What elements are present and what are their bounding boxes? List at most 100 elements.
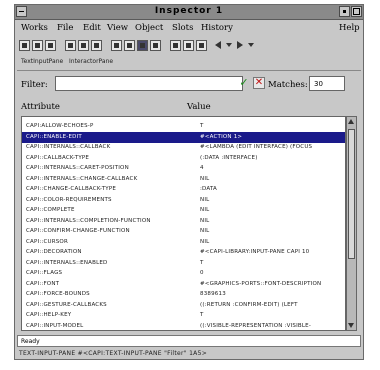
column-header-value[interactable]: Value: [187, 102, 211, 112]
slot-attribute: CAPI::DECORATION: [26, 249, 82, 255]
selection-info: TEXT-INPUT-PANE #<CAPI:TEXT-INPUT-PANE "…: [19, 350, 208, 357]
title-bar[interactable]: Inspector 1: [15, 5, 363, 20]
slot-row[interactable]: CAPI::INTERNALS::ENABLED T: [22, 258, 345, 269]
scroll-down-icon[interactable]: [348, 322, 355, 329]
slot-attribute: CAPI::CONFIRM-CHANGE-FUNCTION: [26, 228, 130, 234]
slot-attribute: CAPI::HELP-KEY: [26, 312, 72, 318]
slot-row[interactable]: CAPI::FORCE-BOUNDS 8389613: [22, 289, 345, 300]
slot-value: NIL: [200, 175, 210, 182]
inspect-icon[interactable]: [111, 40, 122, 51]
tab-interactor-pane[interactable]: InteractorPane: [69, 58, 113, 65]
slot-value: 4: [200, 165, 204, 171]
inspector-window: Inspector 1 Works File Edit View Object …: [14, 4, 364, 360]
slot-row[interactable]: CAPI::DECORATION #<CAPI-LIBRARY:INPUT-PAN…: [22, 247, 345, 258]
slot-attribute: CAPI::COMPLETE: [26, 207, 75, 213]
slot-value: #<LAMBDA (EDIT INTERFACE) (FOCUS: [200, 144, 313, 150]
vertical-scrollbar[interactable]: [346, 116, 357, 331]
slot-attribute: CAPI:ALLOW-ECHOES-P: [26, 123, 94, 129]
slot-row[interactable]: CAPI::FONT #<GRAPHICS-PORTS::FONT-DESCRIP…: [22, 279, 345, 290]
output-icon[interactable]: [196, 40, 207, 51]
slot-attribute: CAPI::FONT: [26, 280, 60, 287]
slot-value: #<CAPI-LIBRARY:INPUT-PANE CAPI 10: [200, 249, 310, 255]
menu-slots[interactable]: Slots: [172, 23, 193, 33]
slot-row[interactable]: CAPI::HELP-KEY T: [22, 310, 345, 321]
editor-icon[interactable]: [183, 40, 194, 51]
listener-icon[interactable]: [170, 40, 181, 51]
menu-bar: Works File Edit View Object Slots Histor…: [15, 20, 363, 36]
copy-icon[interactable]: [78, 40, 89, 51]
slot-value: T: [200, 123, 204, 129]
browse-icon[interactable]: [124, 40, 135, 51]
slot-row[interactable]: CAPI::GESTURE-CALLBACKS ((:RETURN :CONFIR…: [22, 300, 345, 311]
slot-row[interactable]: CAPI::CONFIRM-CHANGE-FUNCTION NIL: [22, 226, 345, 237]
column-header-attribute[interactable]: Attribute: [21, 102, 60, 112]
slot-row[interactable]: CAPI::INPUT-MODEL ((:VISIBLE-REPRESENTATI…: [22, 321, 345, 331]
slot-attribute: CAPI::FORCE-BOUNDS: [26, 291, 90, 297]
checkmark-icon[interactable]: ✓: [238, 77, 250, 89]
slot-value: NIL: [200, 207, 210, 213]
slot-value: T: [200, 259, 204, 266]
slot-attribute: CAPI::INTERNALS::COMPLETION-FUNCTION: [26, 217, 151, 224]
slot-attribute: CAPI::INTERNALS::CHANGE-CALLBACK: [26, 175, 138, 182]
forward-icon[interactable]: [237, 40, 246, 51]
slot-value: NIL: [200, 238, 210, 245]
matches-label: Matches:: [268, 80, 308, 90]
toolbar: [15, 37, 363, 55]
menu-view[interactable]: View: [107, 23, 128, 33]
slot-attribute: CAPI::FLAGS: [26, 270, 63, 276]
slot-value: #<ACTION 1>: [200, 133, 243, 140]
menu-object[interactable]: Object: [135, 23, 163, 33]
clear-filter-icon[interactable]: ✕: [253, 77, 265, 89]
filter-input[interactable]: [55, 76, 243, 91]
slot-attribute: CAPI::INPUT-MODEL: [26, 322, 84, 329]
scroll-up-icon[interactable]: [348, 118, 355, 125]
menu-history[interactable]: History: [201, 23, 233, 33]
back-icon[interactable]: [215, 40, 224, 51]
slot-value: NIL: [200, 196, 210, 203]
slot-attribute: CAPI::CALLBACK-TYPE: [26, 154, 90, 161]
status-bar: Ready: [17, 335, 361, 347]
menu-help[interactable]: Help: [339, 23, 360, 33]
minimize-icon[interactable]: [339, 6, 350, 17]
forward-history-dropdown-icon[interactable]: [248, 40, 254, 51]
slot-row[interactable]: CAPI::FLAGS 0: [22, 268, 345, 279]
menu-edit[interactable]: Edit: [83, 23, 101, 33]
slot-value: :DATA: [200, 186, 218, 192]
slot-attribute: CAPI::ENABLE-EDIT: [26, 133, 82, 140]
pane-tabs: TextInputPane InteractorPane: [17, 56, 361, 71]
new-icon[interactable]: [19, 40, 30, 51]
menu-works[interactable]: Works: [21, 23, 48, 33]
describe-icon[interactable]: [150, 40, 161, 51]
cut-icon[interactable]: [65, 40, 76, 51]
tab-text-input-pane[interactable]: TextInputPane: [21, 58, 63, 65]
slot-row[interactable]: CAPI::CHANGE-CALLBACK-TYPE:DATA: [22, 184, 345, 195]
matches-count: 30: [309, 76, 345, 91]
slot-attribute: CAPI::INTERNALS::CARET-POSITION: [26, 165, 129, 171]
slot-value: NIL: [200, 228, 210, 234]
class-browser-icon[interactable]: [137, 40, 148, 51]
slot-value: T: [200, 312, 204, 318]
slot-value: NIL: [200, 217, 210, 224]
slot-row[interactable]: CAPI::INTERNALS::CALLBACK #<LAMBDA (EDIT …: [22, 142, 345, 153]
back-history-dropdown-icon[interactable]: [226, 40, 232, 51]
slot-row[interactable]: CAPI::COMPLETE NIL: [22, 205, 345, 216]
menu-file[interactable]: File: [57, 23, 73, 33]
slot-value: 0: [200, 270, 204, 276]
slot-row[interactable]: CAPI::COLOR-REQUIREMENTS NIL: [22, 195, 345, 206]
slot-value: 8389613: [200, 291, 226, 297]
slot-row[interactable]: CAPI::CURSOR NIL: [22, 237, 345, 248]
slot-row[interactable]: CAPI::ENABLE-EDIT #<ACTION 1>: [22, 131, 345, 143]
slot-row[interactable]: CAPI::INTERNALS::CHANGE-CALLBACK NIL: [22, 174, 345, 185]
scroll-thumb[interactable]: [348, 129, 355, 259]
window-title: Inspector 1: [154, 6, 224, 16]
slot-row[interactable]: CAPI::INTERNALS::CARET-POSITION 4: [22, 163, 345, 174]
maximize-icon[interactable]: [351, 6, 362, 17]
slot-attribute: CAPI::INTERNALS::CALLBACK: [26, 144, 111, 150]
paste-icon[interactable]: [91, 40, 102, 51]
open-icon[interactable]: [32, 40, 43, 51]
slot-list[interactable]: CAPI:ALLOW-ECHOES-P T CAPI::ENABLE-EDIT #<A…: [21, 116, 346, 331]
slot-row[interactable]: CAPI::CALLBACK-TYPE (:DATA :INTERFACE): [22, 153, 345, 164]
save-icon[interactable]: [45, 40, 56, 51]
slot-row[interactable]: CAPI:ALLOW-ECHOES-P T: [22, 121, 345, 132]
slot-row[interactable]: CAPI::INTERNALS::COMPLETION-FUNCTION NIL: [22, 216, 345, 227]
